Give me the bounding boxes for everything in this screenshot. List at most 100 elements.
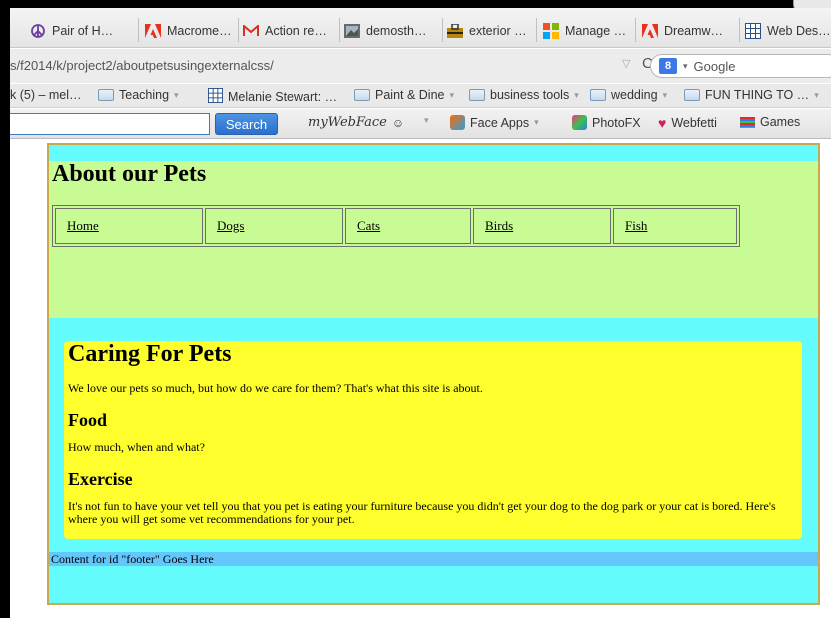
tab-label: Macrome… [167, 24, 232, 38]
nav-item-dogs[interactable]: Dogs [205, 208, 343, 244]
brand-label: myWebFace [308, 115, 387, 130]
main-content: Caring For Pets We love our pets so much… [64, 341, 802, 539]
table-icon [745, 23, 761, 39]
bookmark-folder[interactable]: wedding ▾ [590, 88, 667, 102]
food-heading: Food [68, 410, 108, 430]
toolbar-item-label: Face Apps [470, 115, 530, 130]
bookmarks-bar: k (5) – mel… Teaching ▾ Melanie Stewart:… [10, 84, 831, 108]
folder-icon [98, 89, 114, 101]
browser-tab[interactable]: Action re… [243, 16, 338, 46]
exercise-paragraph: It's not fun to have your vet tell you t… [68, 499, 776, 526]
tab-divider [339, 18, 340, 42]
tab-divider [138, 18, 139, 42]
tab-label: Web Des… [767, 24, 831, 38]
page-container: About our Pets Home Dogs Cats Birds Fish… [47, 143, 820, 605]
bookmark-label: Melanie Stewart: … [228, 90, 338, 104]
face-apps-button[interactable]: Face Apps ▾ [450, 115, 539, 130]
nav-link[interactable]: Fish [625, 218, 647, 234]
nav-link[interactable]: Birds [485, 218, 513, 234]
exercise-heading: Exercise [68, 469, 133, 489]
chevron-down-icon: ▾ [683, 60, 688, 71]
tab-label: Action re… [265, 24, 327, 38]
gmail-icon [243, 23, 259, 39]
url-dropdown-icon[interactable]: ▽ [622, 57, 630, 70]
nav-item-cats[interactable]: Cats [345, 208, 471, 244]
bookmark-item[interactable]: Melanie Stewart: … [208, 88, 337, 106]
tab-label: Pair of H… [52, 24, 114, 38]
tab-label: Dreamw… [664, 24, 724, 38]
tab-label: demosth… [366, 24, 427, 38]
folder-icon [684, 89, 700, 101]
folder-icon [469, 89, 485, 101]
page-header: About our Pets Home Dogs Cats Birds Fish [49, 161, 818, 318]
browser-tab[interactable]: Web Des… [745, 16, 831, 46]
browser-tab[interactable]: Pair of H… [30, 16, 134, 46]
toolbar-item-label: Games [760, 115, 801, 129]
tab-divider [635, 18, 636, 42]
bookmark-label: FUN THING TO … [705, 88, 810, 102]
window-top-frame [0, 0, 831, 8]
food-paragraph: How much, when and what? [68, 440, 205, 454]
smiley-icon: ☺ [391, 115, 405, 130]
toolbar-item-label: PhotoFX [592, 115, 641, 130]
main-heading: Caring For Pets [68, 341, 232, 367]
heart-icon: ♥ [658, 115, 667, 131]
table-icon [208, 88, 223, 106]
folder-icon [590, 89, 606, 101]
photofx-button[interactable]: PhotoFX [572, 115, 641, 130]
face-apps-icon [450, 115, 465, 130]
bookmark-label: k (5) – mel… [10, 88, 82, 102]
search-engine-label: Google [693, 58, 736, 74]
browser-tab[interactable]: Manage … [543, 16, 633, 46]
chevron-down-icon: ▾ [449, 89, 455, 100]
nav-item-fish[interactable]: Fish [613, 208, 737, 244]
page-viewport: About our Pets Home Dogs Cats Birds Fish… [10, 140, 831, 618]
tab-divider [536, 18, 537, 42]
browser-tab[interactable]: Dreamw… [642, 16, 737, 46]
peace-icon [30, 23, 46, 39]
photofx-icon [572, 115, 587, 130]
browser-tab[interactable]: Macrome… [145, 16, 235, 46]
nav-item-birds[interactable]: Birds [473, 208, 611, 244]
bookmark-label: business tools [490, 88, 570, 102]
chevron-down-icon: ▾ [534, 117, 539, 127]
brand-dropdown[interactable]: ▾ [424, 115, 429, 126]
tab-label: exterior … [469, 24, 527, 38]
nav-link[interactable]: Dogs [217, 218, 244, 234]
webfetti-button[interactable]: ♥ Webfetti [658, 115, 717, 131]
intro-paragraph: We love our pets so much, but how do we … [68, 381, 483, 395]
bookmark-label: wedding [611, 88, 658, 102]
nav-item-home[interactable]: Home [55, 208, 203, 244]
nav-link[interactable]: Cats [357, 218, 380, 234]
chevron-down-icon: ▾ [574, 89, 579, 100]
nav-link[interactable]: Home [67, 218, 99, 234]
bookmark-folder[interactable]: Paint & Dine ▾ [354, 88, 454, 102]
toolbar-search-input[interactable] [10, 113, 210, 135]
bookmark-folder[interactable]: Teaching ▾ [98, 88, 179, 102]
tab-strip: Pair of H… Macrome… Action re… demosth… … [10, 8, 831, 48]
bookmark-label: Teaching [119, 88, 170, 102]
search-engine-box[interactable]: 8 ▾ Google [650, 54, 831, 78]
tab-divider [238, 18, 239, 42]
bookmark-item[interactable]: k (5) – mel… [10, 88, 82, 102]
browser-tab[interactable]: demosth… [344, 16, 442, 46]
adobe-icon [145, 23, 161, 39]
browser-tab[interactable]: exterior … [447, 16, 537, 46]
bookmark-label: Paint & Dine [375, 88, 445, 102]
games-button[interactable]: Games [740, 115, 800, 129]
tab-divider [442, 18, 443, 42]
toolbar-search-button[interactable]: Search [215, 113, 278, 135]
window-left-frame [0, 0, 10, 618]
chevron-down-icon: ▾ [662, 89, 668, 100]
page-title: About our Pets [52, 161, 207, 187]
tab-divider [739, 18, 740, 42]
mywebface-logo[interactable]: myWebFace ☺ [308, 115, 404, 130]
google-icon: 8 [659, 58, 677, 74]
adobe-icon [642, 23, 658, 39]
bookmark-folder[interactable]: business tools ▾ [469, 88, 579, 102]
folder-icon [354, 89, 370, 101]
grid-icon [543, 23, 559, 39]
chevron-down-icon: ▾ [424, 115, 429, 125]
bookmark-folder[interactable]: FUN THING TO … ▾ [684, 88, 819, 102]
url-field[interactable]: s/f2014/k/project2/aboutpetsusingexterna… [10, 58, 274, 73]
